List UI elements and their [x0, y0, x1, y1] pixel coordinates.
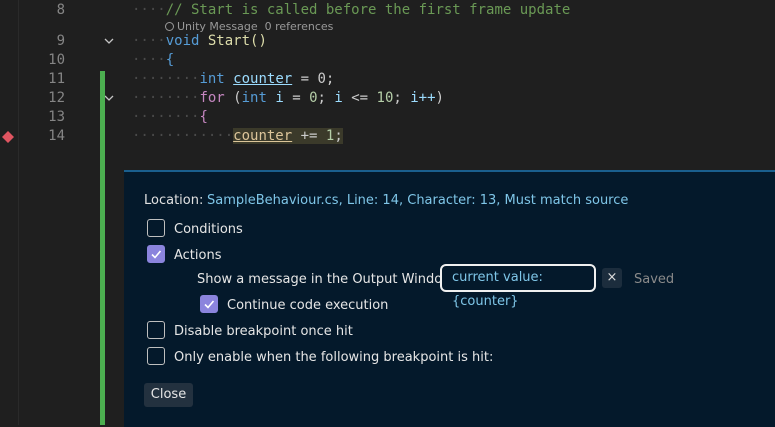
keyword-int: int: [199, 71, 225, 87]
separator: ;: [393, 90, 411, 106]
breakpoint-settings-panel: Location: SampleBehaviour.cs, Line: 14, …: [124, 170, 775, 427]
conditions-checkbox[interactable]: [147, 219, 165, 237]
brace: {: [165, 52, 175, 68]
keyword-void: void: [165, 33, 200, 49]
saved-status: Saved: [634, 272, 675, 287]
operator: <=: [342, 90, 377, 106]
fold-chevron-icon[interactable]: [104, 89, 118, 108]
disable-once-hit-label[interactable]: Disable breakpoint once hit: [174, 324, 353, 340]
variable-counter: counter: [233, 71, 293, 87]
keyword-int: int: [241, 90, 267, 106]
check-icon: [204, 300, 215, 309]
continue-execution-label[interactable]: Continue code execution: [227, 298, 388, 314]
number: 10: [376, 90, 394, 106]
keyword-for: for: [199, 90, 225, 106]
code-line-12[interactable]: ········for (int i = 0; i <= 10; i++): [132, 89, 444, 108]
variable-i: i: [334, 90, 343, 106]
fold-chevron-icon[interactable]: [104, 32, 118, 51]
code-line-14[interactable]: ············counter += 1;: [132, 127, 343, 146]
assign-zero: = 0;: [292, 71, 335, 87]
code-line-13[interactable]: ········{: [132, 108, 208, 127]
actions-checkbox[interactable]: [147, 245, 165, 263]
for-paren-close: ): [435, 90, 444, 106]
only-enable-label[interactable]: Only enable when the following breakpoin…: [174, 350, 493, 366]
line-number: 12: [48, 90, 65, 106]
variable-counter: counter: [233, 128, 293, 144]
operator: +=: [292, 128, 326, 144]
line-number: 13: [48, 109, 65, 125]
brace: {: [199, 109, 208, 125]
codelens-references[interactable]: 0 references: [265, 20, 334, 33]
disable-once-hit-checkbox[interactable]: [147, 321, 165, 339]
variable-i: i: [275, 90, 284, 106]
close-button[interactable]: Close: [144, 383, 193, 407]
line-number: 8: [56, 2, 65, 18]
line-number: 14: [48, 128, 65, 144]
glyph-margin[interactable]: [0, 0, 18, 425]
method-start: Start(): [207, 33, 267, 49]
code-line-9[interactable]: ····void Start(): [132, 32, 267, 51]
breakpoint-highlight: counter += 1;: [233, 128, 343, 144]
code-line-10[interactable]: ····{: [132, 51, 174, 70]
message-input[interactable]: current value: {counter}: [440, 264, 596, 309]
code-comment: // Start is called before the first fram…: [165, 2, 571, 18]
message-label: Show a message in the Output Window:: [197, 272, 457, 287]
code-line-11[interactable]: ········int counter = 0;: [132, 70, 334, 89]
number: 0: [309, 90, 318, 106]
location-label: Location:: [144, 193, 204, 208]
for-paren-open: (: [224, 90, 242, 106]
actions-label[interactable]: Actions: [174, 248, 222, 264]
change-indicator-bar: [100, 71, 105, 425]
line-number: 9: [56, 33, 65, 49]
location-value: SampleBehaviour.cs, Line: 14, Character:…: [207, 193, 629, 208]
unity-message-icon: [165, 22, 174, 31]
line-number: 10: [48, 52, 65, 68]
separator: ;: [317, 90, 335, 106]
operator: =: [283, 90, 310, 106]
line-number: 11: [48, 71, 65, 87]
breakpoint-icon[interactable]: [2, 128, 14, 143]
increment: i++: [410, 90, 436, 106]
semicolon: ;: [334, 128, 343, 144]
continue-execution-checkbox[interactable]: [200, 295, 218, 313]
code-line-8[interactable]: ····// Start is called before the first …: [132, 1, 570, 20]
conditions-label[interactable]: Conditions: [174, 222, 243, 238]
check-icon: [151, 250, 162, 259]
clear-message-button[interactable]: ×: [602, 268, 622, 288]
only-enable-checkbox[interactable]: [147, 347, 165, 365]
